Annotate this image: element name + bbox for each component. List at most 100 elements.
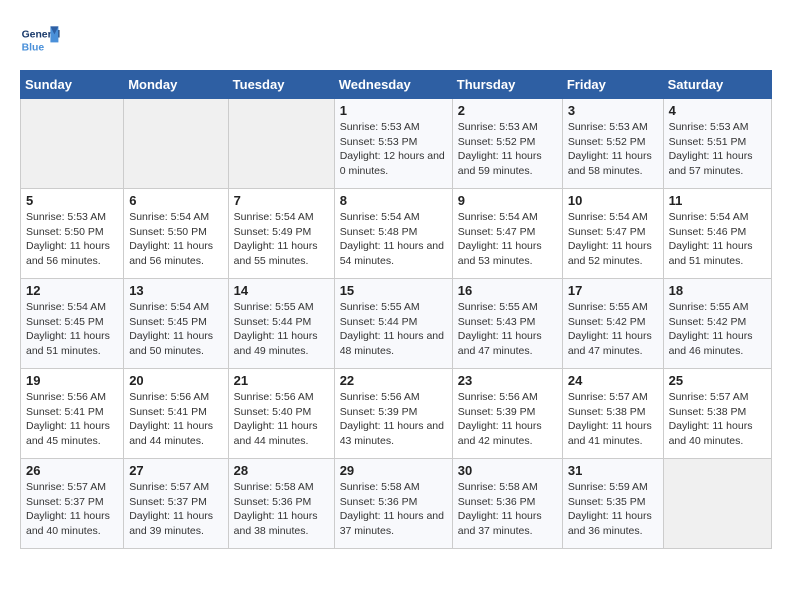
day-info: Sunrise: 5:55 AMSunset: 5:42 PMDaylight:… [669, 300, 766, 359]
day-info: Sunrise: 5:54 AMSunset: 5:47 PMDaylight:… [458, 210, 557, 269]
day-cell [663, 459, 771, 549]
day-info: Sunrise: 5:54 AMSunset: 5:46 PMDaylight:… [669, 210, 766, 269]
day-cell: 13 Sunrise: 5:54 AMSunset: 5:45 PMDaylig… [124, 279, 228, 369]
day-cell: 26 Sunrise: 5:57 AMSunset: 5:37 PMDaylig… [21, 459, 124, 549]
day-number: 18 [669, 283, 766, 298]
day-info: Sunrise: 5:58 AMSunset: 5:36 PMDaylight:… [458, 480, 557, 539]
day-cell: 19 Sunrise: 5:56 AMSunset: 5:41 PMDaylig… [21, 369, 124, 459]
day-info: Sunrise: 5:54 AMSunset: 5:45 PMDaylight:… [26, 300, 118, 359]
day-number: 20 [129, 373, 222, 388]
day-number: 4 [669, 103, 766, 118]
day-number: 21 [234, 373, 329, 388]
day-number: 7 [234, 193, 329, 208]
day-info: Sunrise: 5:58 AMSunset: 5:36 PMDaylight:… [340, 480, 447, 539]
day-number: 9 [458, 193, 557, 208]
day-number: 5 [26, 193, 118, 208]
day-cell: 2 Sunrise: 5:53 AMSunset: 5:52 PMDayligh… [452, 99, 562, 189]
day-info: Sunrise: 5:54 AMSunset: 5:49 PMDaylight:… [234, 210, 329, 269]
day-cell: 10 Sunrise: 5:54 AMSunset: 5:47 PMDaylig… [562, 189, 663, 279]
day-number: 28 [234, 463, 329, 478]
day-info: Sunrise: 5:53 AMSunset: 5:53 PMDaylight:… [340, 120, 447, 179]
day-number: 6 [129, 193, 222, 208]
day-number: 29 [340, 463, 447, 478]
header-cell-tuesday: Tuesday [228, 71, 334, 99]
day-info: Sunrise: 5:54 AMSunset: 5:45 PMDaylight:… [129, 300, 222, 359]
day-cell: 3 Sunrise: 5:53 AMSunset: 5:52 PMDayligh… [562, 99, 663, 189]
svg-text:Blue: Blue [22, 42, 45, 53]
header-cell-saturday: Saturday [663, 71, 771, 99]
day-info: Sunrise: 5:53 AMSunset: 5:52 PMDaylight:… [458, 120, 557, 179]
day-info: Sunrise: 5:57 AMSunset: 5:38 PMDaylight:… [669, 390, 766, 449]
day-number: 2 [458, 103, 557, 118]
header-cell-friday: Friday [562, 71, 663, 99]
day-number: 14 [234, 283, 329, 298]
week-row-1: 1 Sunrise: 5:53 AMSunset: 5:53 PMDayligh… [21, 99, 772, 189]
day-cell: 30 Sunrise: 5:58 AMSunset: 5:36 PMDaylig… [452, 459, 562, 549]
day-cell: 17 Sunrise: 5:55 AMSunset: 5:42 PMDaylig… [562, 279, 663, 369]
day-cell [124, 99, 228, 189]
day-cell: 7 Sunrise: 5:54 AMSunset: 5:49 PMDayligh… [228, 189, 334, 279]
day-info: Sunrise: 5:54 AMSunset: 5:50 PMDaylight:… [129, 210, 222, 269]
day-number: 1 [340, 103, 447, 118]
day-number: 10 [568, 193, 658, 208]
header-row: SundayMondayTuesdayWednesdayThursdayFrid… [21, 71, 772, 99]
day-number: 11 [669, 193, 766, 208]
day-number: 26 [26, 463, 118, 478]
header-cell-sunday: Sunday [21, 71, 124, 99]
day-cell [228, 99, 334, 189]
day-cell: 31 Sunrise: 5:59 AMSunset: 5:35 PMDaylig… [562, 459, 663, 549]
day-number: 30 [458, 463, 557, 478]
day-cell: 24 Sunrise: 5:57 AMSunset: 5:38 PMDaylig… [562, 369, 663, 459]
day-number: 3 [568, 103, 658, 118]
day-cell: 16 Sunrise: 5:55 AMSunset: 5:43 PMDaylig… [452, 279, 562, 369]
day-number: 8 [340, 193, 447, 208]
day-cell: 11 Sunrise: 5:54 AMSunset: 5:46 PMDaylig… [663, 189, 771, 279]
day-number: 12 [26, 283, 118, 298]
day-number: 24 [568, 373, 658, 388]
day-cell: 29 Sunrise: 5:58 AMSunset: 5:36 PMDaylig… [334, 459, 452, 549]
day-number: 25 [669, 373, 766, 388]
day-info: Sunrise: 5:55 AMSunset: 5:44 PMDaylight:… [234, 300, 329, 359]
day-info: Sunrise: 5:57 AMSunset: 5:37 PMDaylight:… [129, 480, 222, 539]
header-cell-monday: Monday [124, 71, 228, 99]
day-cell: 14 Sunrise: 5:55 AMSunset: 5:44 PMDaylig… [228, 279, 334, 369]
day-cell: 4 Sunrise: 5:53 AMSunset: 5:51 PMDayligh… [663, 99, 771, 189]
day-number: 15 [340, 283, 447, 298]
day-info: Sunrise: 5:53 AMSunset: 5:50 PMDaylight:… [26, 210, 118, 269]
header-cell-thursday: Thursday [452, 71, 562, 99]
day-cell [21, 99, 124, 189]
day-cell: 12 Sunrise: 5:54 AMSunset: 5:45 PMDaylig… [21, 279, 124, 369]
day-info: Sunrise: 5:54 AMSunset: 5:48 PMDaylight:… [340, 210, 447, 269]
day-cell: 1 Sunrise: 5:53 AMSunset: 5:53 PMDayligh… [334, 99, 452, 189]
calendar-table: SundayMondayTuesdayWednesdayThursdayFrid… [20, 70, 772, 549]
day-info: Sunrise: 5:58 AMSunset: 5:36 PMDaylight:… [234, 480, 329, 539]
day-number: 19 [26, 373, 118, 388]
day-cell: 18 Sunrise: 5:55 AMSunset: 5:42 PMDaylig… [663, 279, 771, 369]
day-info: Sunrise: 5:57 AMSunset: 5:37 PMDaylight:… [26, 480, 118, 539]
header: General Blue [20, 20, 772, 60]
day-cell: 6 Sunrise: 5:54 AMSunset: 5:50 PMDayligh… [124, 189, 228, 279]
day-info: Sunrise: 5:53 AMSunset: 5:51 PMDaylight:… [669, 120, 766, 179]
day-cell: 9 Sunrise: 5:54 AMSunset: 5:47 PMDayligh… [452, 189, 562, 279]
day-number: 13 [129, 283, 222, 298]
day-cell: 5 Sunrise: 5:53 AMSunset: 5:50 PMDayligh… [21, 189, 124, 279]
week-row-5: 26 Sunrise: 5:57 AMSunset: 5:37 PMDaylig… [21, 459, 772, 549]
logo: General Blue [20, 20, 64, 60]
day-number: 23 [458, 373, 557, 388]
day-number: 31 [568, 463, 658, 478]
day-cell: 8 Sunrise: 5:54 AMSunset: 5:48 PMDayligh… [334, 189, 452, 279]
day-info: Sunrise: 5:55 AMSunset: 5:44 PMDaylight:… [340, 300, 447, 359]
day-cell: 27 Sunrise: 5:57 AMSunset: 5:37 PMDaylig… [124, 459, 228, 549]
day-info: Sunrise: 5:56 AMSunset: 5:41 PMDaylight:… [26, 390, 118, 449]
day-cell: 22 Sunrise: 5:56 AMSunset: 5:39 PMDaylig… [334, 369, 452, 459]
day-info: Sunrise: 5:55 AMSunset: 5:43 PMDaylight:… [458, 300, 557, 359]
day-info: Sunrise: 5:56 AMSunset: 5:39 PMDaylight:… [340, 390, 447, 449]
day-info: Sunrise: 5:55 AMSunset: 5:42 PMDaylight:… [568, 300, 658, 359]
week-row-3: 12 Sunrise: 5:54 AMSunset: 5:45 PMDaylig… [21, 279, 772, 369]
week-row-2: 5 Sunrise: 5:53 AMSunset: 5:50 PMDayligh… [21, 189, 772, 279]
day-info: Sunrise: 5:56 AMSunset: 5:40 PMDaylight:… [234, 390, 329, 449]
day-info: Sunrise: 5:56 AMSunset: 5:39 PMDaylight:… [458, 390, 557, 449]
day-number: 16 [458, 283, 557, 298]
day-cell: 20 Sunrise: 5:56 AMSunset: 5:41 PMDaylig… [124, 369, 228, 459]
day-cell: 21 Sunrise: 5:56 AMSunset: 5:40 PMDaylig… [228, 369, 334, 459]
